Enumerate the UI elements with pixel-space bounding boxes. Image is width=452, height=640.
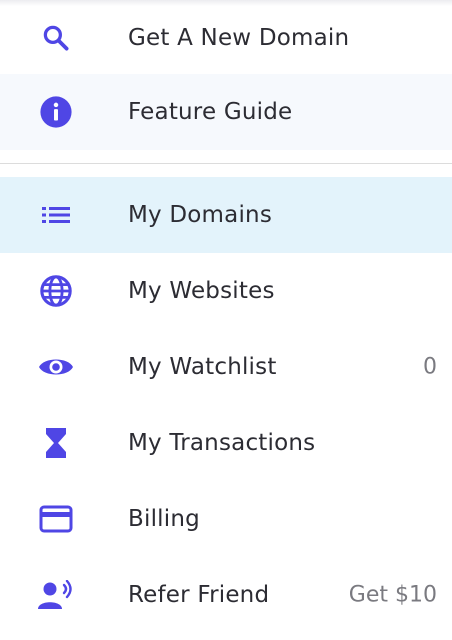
watchlist-count: 0 — [423, 354, 437, 380]
menu-item-label: My Domains — [128, 202, 272, 228]
menu-item-label: Get A New Domain — [128, 25, 350, 51]
menu-item-my-websites[interactable]: My Websites — [0, 253, 452, 329]
menu-item-my-watchlist[interactable]: My Watchlist 0 — [0, 329, 452, 405]
globe-icon — [38, 273, 74, 309]
menu-item-label: My Watchlist — [128, 354, 277, 380]
eye-icon — [38, 349, 74, 385]
menu-item-my-domains[interactable]: My Domains — [0, 177, 452, 253]
menu-item-my-transactions[interactable]: My Transactions — [0, 405, 452, 481]
menu-item-label: My Websites — [128, 278, 275, 304]
search-icon — [38, 20, 74, 56]
info-icon — [38, 94, 74, 130]
credit-card-icon — [38, 501, 74, 537]
menu-item-get-new-domain[interactable]: Get A New Domain — [0, 0, 452, 76]
menu-item-label: Billing — [128, 506, 200, 532]
referral-reward: Get $10 — [348, 582, 437, 608]
list-icon — [38, 197, 74, 233]
navigation-menu: Get A New Domain Feature Guide My Domain… — [0, 0, 452, 640]
hourglass-icon — [38, 425, 74, 461]
menu-divider — [0, 163, 452, 164]
menu-item-label: My Transactions — [128, 430, 316, 456]
menu-item-billing[interactable]: Billing — [0, 481, 452, 557]
menu-item-label: Refer Friend — [128, 582, 270, 608]
menu-item-feature-guide[interactable]: Feature Guide — [0, 74, 452, 150]
menu-item-refer-friend[interactable]: Refer Friend Get $10 — [0, 557, 452, 633]
menu-item-label: Feature Guide — [128, 99, 293, 125]
refer-friend-icon — [38, 577, 74, 613]
